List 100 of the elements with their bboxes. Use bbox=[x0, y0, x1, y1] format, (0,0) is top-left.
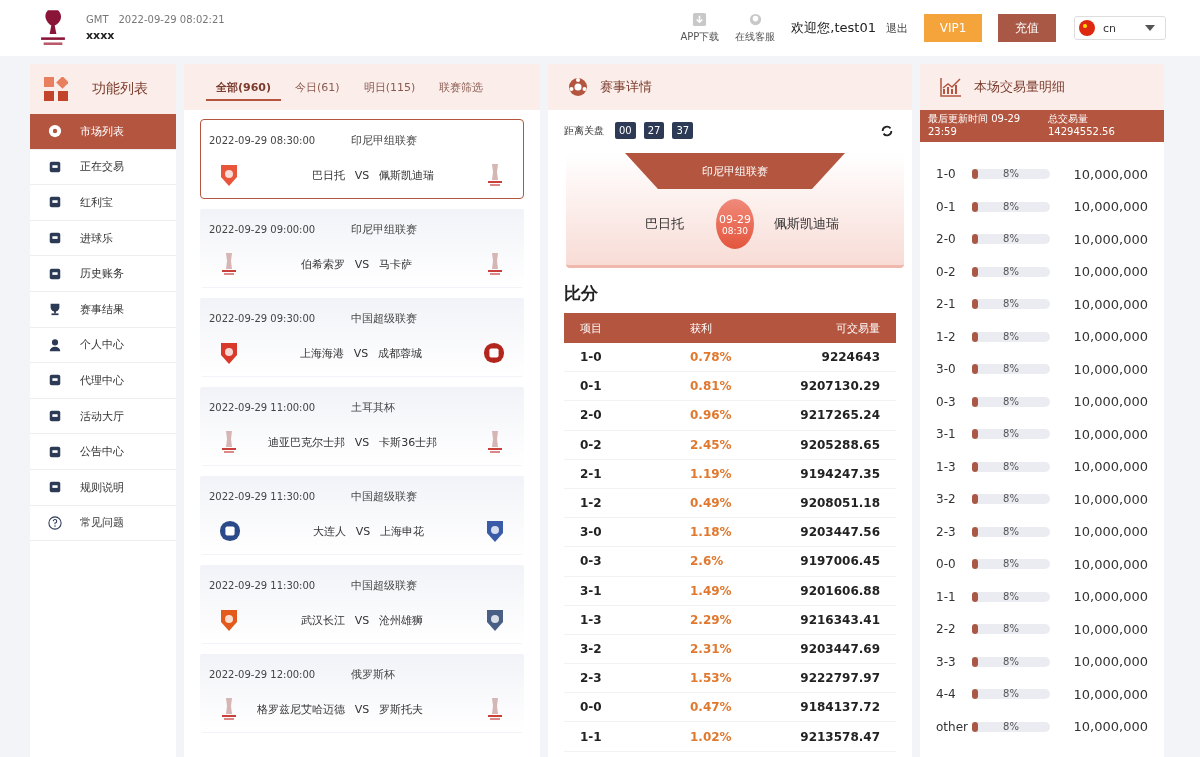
amount: 10,000,000 bbox=[1072, 491, 1148, 507]
table-cell-text: 9208051.18 bbox=[799, 496, 880, 511]
table-cell-text: 0-2 bbox=[580, 437, 603, 452]
sidebar-item[interactable]: 进球乐 bbox=[30, 220, 176, 257]
table-cell-text: 2.45% bbox=[690, 437, 733, 452]
away-team: 马卡萨 bbox=[379, 256, 414, 272]
sidebar-item[interactable]: 市场列表 bbox=[30, 114, 176, 150]
league-name: 土耳其杯 bbox=[351, 399, 396, 415]
score-label: 0-3 bbox=[936, 394, 957, 409]
league-name: 俄罗斯杯 bbox=[351, 666, 396, 682]
percent-label: 8% bbox=[1002, 233, 1020, 245]
grid-icon bbox=[44, 77, 68, 101]
versus-label: VS bbox=[353, 346, 369, 360]
countdown-digit: 00 bbox=[615, 122, 636, 139]
logout-link[interactable]: 退出 bbox=[886, 20, 908, 36]
table-cell-text: 9201606.88 bbox=[799, 583, 880, 598]
amount: 10,000,000 bbox=[1072, 394, 1148, 410]
soccer-ball-icon bbox=[568, 77, 588, 97]
score-label: 3-1 bbox=[936, 427, 957, 442]
score-label: 0-2 bbox=[936, 264, 957, 279]
sidebar-item[interactable]: 常见问题 bbox=[30, 505, 176, 542]
score-label: 1-2 bbox=[936, 329, 957, 344]
sidebar-item[interactable]: 个人中心 bbox=[30, 327, 176, 364]
home-team: 格罗兹尼艾哈迈德 bbox=[255, 701, 345, 717]
trophy-icon bbox=[219, 430, 239, 454]
score-label: 0-1 bbox=[936, 199, 957, 214]
table-cell-text: 2-0 bbox=[580, 408, 603, 423]
sidebar-item[interactable]: 赛事结果 bbox=[30, 291, 176, 328]
amount: 10,000,000 bbox=[1072, 361, 1148, 377]
countdown-label: 距离关盘 bbox=[564, 123, 604, 138]
match-card[interactable]: 2022-09-29 11:30:00 中国超级联赛 武汉长江 VS 沧州雄狮 bbox=[200, 564, 524, 644]
table-cell-text: 2.31% bbox=[690, 641, 733, 656]
match-time: 2022-09-29 11:30:00 bbox=[209, 579, 316, 591]
column-header: 可交易量 bbox=[835, 320, 880, 336]
match-card[interactable]: 2022-09-29 09:30:00 中国超级联赛 上海海港 VS 成都蓉城 bbox=[200, 297, 524, 377]
app-download-link[interactable]: APP下载 bbox=[680, 12, 720, 44]
amount: 10,000,000 bbox=[1072, 199, 1148, 215]
filter-tab[interactable]: 明日(115) bbox=[353, 73, 426, 101]
column-header: 获利 bbox=[690, 320, 713, 336]
trophy-icon bbox=[219, 252, 239, 276]
away-team: 沧州雄狮 bbox=[379, 612, 425, 628]
table-cell-text: 0-1 bbox=[580, 379, 603, 394]
home-team: 武汉长江 bbox=[299, 612, 345, 628]
match-card[interactable]: 2022-09-29 09:00:00 印尼甲组联赛 伯希索罗 VS 马卡萨 bbox=[200, 208, 524, 288]
score-label: 3-0 bbox=[936, 362, 957, 377]
table-cell-text: 2.6% bbox=[690, 554, 725, 569]
match-card[interactable]: 2022-09-29 12:00:00 俄罗斯杯 格罗兹尼艾哈迈德 VS 罗斯托夫 bbox=[200, 653, 524, 733]
amount: 10,000,000 bbox=[1072, 166, 1148, 182]
percent-label: 8% bbox=[1002, 655, 1020, 667]
amount: 10,000,000 bbox=[1072, 231, 1148, 247]
date-badge: 09-29 08:30 bbox=[716, 199, 754, 249]
score-label: 1-3 bbox=[936, 459, 957, 474]
table-cell-text: 9197006.45 bbox=[799, 554, 880, 569]
trophy-icon bbox=[48, 302, 62, 317]
sidebar-item[interactable]: 红利宝 bbox=[30, 185, 176, 221]
home-team: 大连人 bbox=[311, 523, 346, 539]
table-cell-text: 0-0 bbox=[580, 700, 603, 715]
table-cell-text: 9203447.56 bbox=[799, 525, 880, 540]
percent-label: 8% bbox=[1002, 363, 1020, 375]
language-select[interactable]: cn bbox=[1074, 16, 1166, 40]
sidebar-item[interactable]: 活动大厅 bbox=[30, 398, 176, 435]
support-link[interactable]: 在线客服 bbox=[735, 12, 776, 44]
score-label: 2-1 bbox=[936, 297, 957, 312]
amount: 10,000,000 bbox=[1072, 719, 1148, 735]
table-cell-text: 9222797.97 bbox=[799, 671, 880, 686]
amount: 10,000,000 bbox=[1072, 556, 1148, 572]
refresh-icon[interactable] bbox=[880, 123, 894, 138]
table-cell-text: 1-3 bbox=[580, 612, 603, 627]
percent-label: 8% bbox=[1002, 525, 1020, 537]
percent-label: 8% bbox=[1002, 720, 1020, 732]
trophy-icon bbox=[485, 697, 505, 721]
match-card[interactable]: 2022-09-29 11:00:00 土耳其杯 迪亚巴克尔士邦 VS 卡斯36士邦 bbox=[200, 386, 524, 466]
username: xxxx bbox=[86, 29, 116, 42]
amount: 10,000,000 bbox=[1072, 329, 1148, 345]
filter-tab[interactable]: 今日(61) bbox=[285, 73, 350, 101]
table-cell-text: 9203447.69 bbox=[799, 641, 880, 656]
match-card[interactable]: 2022-09-29 08:30:00 印尼甲组联赛 巴日托 VS 佩斯凯迪瑞 bbox=[200, 119, 524, 199]
sidebar-item[interactable]: 历史账务 bbox=[30, 256, 176, 292]
table-cell-text: 1-1 bbox=[580, 729, 603, 744]
filter-tab[interactable]: 全部(960) bbox=[206, 73, 282, 101]
percent-label: 8% bbox=[1002, 688, 1020, 700]
match-time: 2022-09-29 08:30:00 bbox=[209, 134, 316, 146]
line-chart-icon bbox=[940, 77, 962, 97]
welcome-text: 欢迎您,test01 bbox=[791, 19, 876, 37]
sidebar-item[interactable]: 正在交易 bbox=[30, 149, 176, 186]
sidebar-item[interactable]: 代理中心 bbox=[30, 363, 176, 399]
filter-tab[interactable]: 联赛筛选 bbox=[429, 73, 494, 101]
caret-icon bbox=[1145, 25, 1155, 31]
score-label: 1-0 bbox=[936, 167, 957, 182]
soccer-ball-icon bbox=[48, 124, 62, 139]
table-cell-text: 1-2 bbox=[580, 496, 603, 511]
away-team: 佩斯凯迪瑞 bbox=[379, 167, 436, 183]
sidebar-item[interactable]: 规则说明 bbox=[30, 469, 176, 506]
match-card[interactable]: 2022-09-29 11:30:00 中国超级联赛 大连人 VS 上海申花 bbox=[200, 475, 524, 555]
match-time: 2022-09-29 11:30:00 bbox=[209, 490, 316, 502]
table-cell-text: 2.29% bbox=[690, 612, 733, 627]
table-cell-text: 9217265.24 bbox=[799, 408, 880, 423]
home-team: 伯希索罗 bbox=[299, 256, 345, 272]
recharge-button[interactable]: 充值 bbox=[998, 14, 1056, 42]
sidebar-item[interactable]: 公告中心 bbox=[30, 434, 176, 470]
